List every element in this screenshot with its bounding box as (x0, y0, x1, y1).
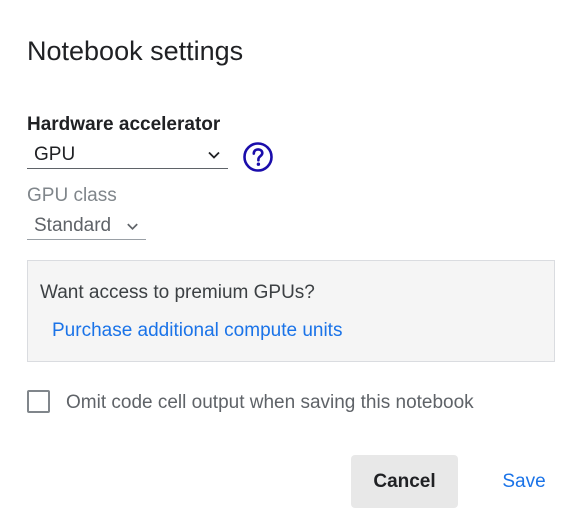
chevron-down-icon (127, 223, 138, 231)
omit-output-checkbox[interactable] (27, 390, 50, 413)
purchase-compute-units-link[interactable]: Purchase additional compute units (52, 319, 342, 343)
gpu-class-select[interactable]: Standard (27, 212, 146, 240)
help-circle-icon[interactable] (242, 141, 274, 173)
save-button[interactable]: Save (488, 455, 560, 508)
premium-gpu-question: Want access to premium GPUs? (40, 282, 315, 303)
gpu-class-label: GPU class (27, 185, 117, 206)
dialog-title: Notebook settings (27, 36, 244, 66)
hardware-accelerator-value: GPU (34, 144, 76, 165)
hardware-accelerator-select[interactable]: GPU (27, 141, 228, 169)
omit-output-label: Omit code cell output when saving this n… (66, 392, 474, 413)
cancel-button[interactable]: Cancel (351, 455, 458, 508)
premium-gpu-promo: Want access to premium GPUs? Purchase ad… (27, 260, 555, 362)
notebook-settings-dialog: Notebook settings Hardware accelerator G… (0, 0, 576, 518)
gpu-class-value: Standard (34, 215, 112, 236)
chevron-down-icon (208, 151, 220, 159)
hardware-accelerator-label: Hardware accelerator (27, 114, 221, 135)
